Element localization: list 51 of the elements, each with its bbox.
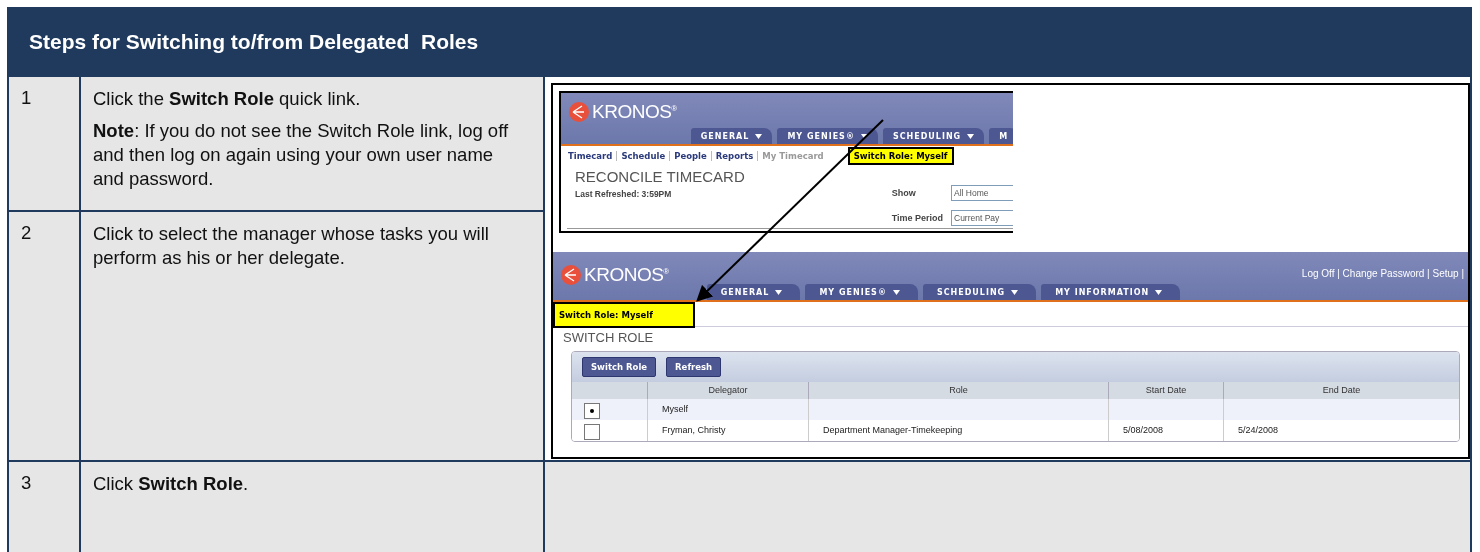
table-cell: 5/24/2008	[1223, 420, 1459, 441]
switch-role-link[interactable]: Switch Role: Myself	[847, 147, 954, 165]
step-text: Click to select the manager whose tasks you will perform as his or her delegate.	[93, 222, 490, 271]
field-label: Time Period	[891, 212, 943, 223]
step-text: Click the Switch Role quick link.	[93, 87, 362, 111]
step-number: 2	[21, 222, 33, 244]
step-text: Note: If you do not see the Switch Role link, log off and then log on again using your own user name and password.	[93, 119, 510, 192]
menu-tab[interactable]: MY GENIES®	[777, 128, 878, 144]
menu-tab[interactable]: SCHEDULING	[922, 284, 1037, 300]
field-label: Show	[891, 187, 917, 198]
radio-button[interactable]	[584, 424, 600, 440]
step-text: Click Switch Role.	[93, 472, 250, 496]
menu-tab[interactable]: MY GENIES®	[805, 284, 918, 300]
quick-link[interactable]: Schedule	[616, 151, 670, 161]
column-header: End Date	[1223, 382, 1459, 399]
menu-tab[interactable]: M	[989, 128, 1013, 144]
caret-icon	[1011, 290, 1019, 295]
caret-icon	[860, 134, 868, 139]
select-field[interactable]: Current Pay	[951, 209, 1013, 226]
step-number: 3	[21, 472, 33, 494]
caret-icon	[967, 134, 975, 139]
page-title: SWITCH ROLE	[562, 329, 655, 345]
refresh-time: Last Refreshed: 3:59PM	[575, 189, 673, 199]
menu-tab[interactable]: GENERAL	[690, 128, 773, 144]
logo-icon	[569, 102, 589, 122]
menu-tab[interactable]: GENERAL	[706, 284, 801, 300]
caret-icon	[1155, 290, 1163, 295]
column-header: Start Date	[1108, 382, 1223, 399]
menu-tab[interactable]: MY INFORMATION	[1041, 284, 1181, 300]
logo-text: KRONOS$^{®}$	[584, 264, 669, 286]
radio-button[interactable]	[584, 403, 600, 419]
switch-role-link[interactable]: Switch Role: Myself	[553, 302, 695, 328]
quick-link[interactable]: Reports	[710, 151, 758, 161]
select-field[interactable]: All Home	[951, 184, 1013, 201]
quick-link[interactable]: People	[669, 151, 711, 161]
column-header: Role	[808, 382, 1108, 399]
caret-icon	[892, 290, 900, 295]
logo-text: KRONOS$^{®}$	[592, 101, 677, 123]
table-cell: Myself	[647, 399, 808, 420]
column-header: Delegator	[647, 382, 808, 399]
toolbar-button[interactable]: Switch Role	[582, 357, 657, 377]
logo-icon	[561, 265, 581, 285]
caret-icon	[755, 134, 763, 139]
table-title: Steps for Switching to/from Delegated Roles	[29, 30, 479, 54]
caret-icon	[775, 290, 783, 295]
header-links[interactable]: Log Off | Change Password | Setup |	[1301, 268, 1464, 279]
quick-link[interactable]: Timecard	[564, 151, 617, 161]
step-number: 1	[21, 87, 33, 109]
toolbar-button[interactable]: Refresh	[666, 357, 722, 377]
menu-tab[interactable]: SCHEDULING	[882, 128, 985, 144]
page-title: RECONCILE TIMECARD	[575, 168, 745, 185]
